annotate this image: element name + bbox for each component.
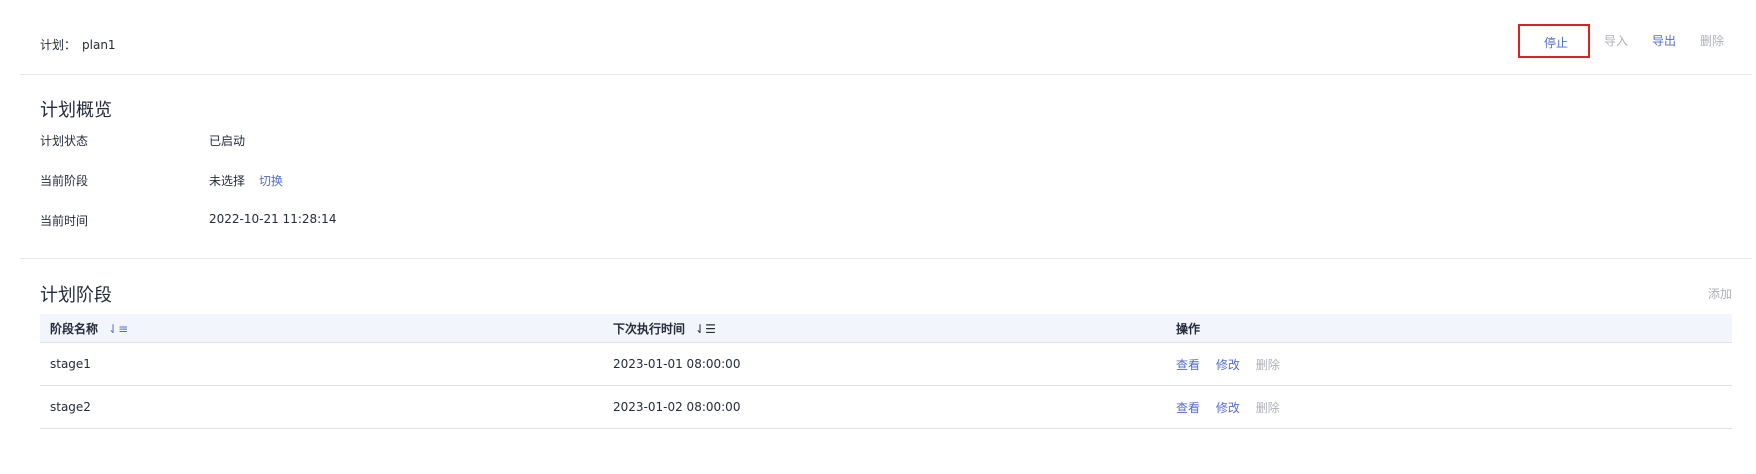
header-actions: 停止 导入 导出 删除 [1517, 24, 1736, 58]
stages-table: 阶段名称 ⇃≡ 下次执行时间 ⇃☰ 操作 stage1 2023-01-01 08:… [40, 314, 1732, 429]
column-header-next-time-label: 下次执行时间 [613, 321, 686, 336]
status-label: 计划状态 [40, 134, 89, 148]
status-value: 已启动 [209, 134, 246, 148]
plan-name: plan1 [82, 38, 116, 52]
stage-name-cell: stage2 [40, 385, 603, 429]
column-header-actions: 操作 [1166, 314, 1732, 343]
column-header-stage-name: 阶段名称 ⇃≡ [40, 314, 603, 343]
table-row: stage2 2023-01-02 08:00:00 查看 修改 删除 [40, 385, 1732, 429]
view-stage-link[interactable]: 查看 [1176, 401, 1200, 415]
add-stage-button[interactable]: 添加 [1708, 285, 1732, 302]
next-time-cell: 2023-01-02 08:00:00 [603, 385, 1166, 429]
export-button[interactable]: 导出 [1640, 24, 1688, 58]
delete-plan-button[interactable]: 删除 [1688, 24, 1736, 58]
delete-stage-link[interactable]: 删除 [1256, 401, 1280, 415]
overview-title: 计划概览 [40, 100, 112, 121]
table-row: stage1 2023-01-01 08:00:00 查看 修改 删除 [40, 342, 1732, 386]
actions-cell: 查看 修改 删除 [1166, 385, 1732, 429]
sort-asc-icon[interactable]: ⇃≡ [108, 322, 128, 336]
view-stage-link[interactable]: 查看 [1176, 358, 1200, 372]
next-time-cell: 2023-01-01 08:00:00 [603, 342, 1166, 386]
edit-stage-link[interactable]: 修改 [1216, 401, 1240, 415]
current-stage-label: 当前阶段 [40, 174, 89, 188]
actions-cell: 查看 修改 删除 [1166, 342, 1732, 386]
current-time-value: 2022-10-21 11:28:14 [209, 212, 337, 226]
table-header-row: 阶段名称 ⇃≡ 下次执行时间 ⇃☰ 操作 [40, 314, 1732, 343]
column-header-stage-name-label: 阶段名称 [50, 321, 99, 336]
overview-divider [20, 258, 1752, 259]
switch-stage-link[interactable]: 切换 [259, 174, 283, 188]
column-header-actions-label: 操作 [1176, 321, 1201, 336]
plan-header: 计划： plan1 停止 导入 导出 删除 [0, 0, 1756, 74]
delete-stage-link[interactable]: 删除 [1256, 358, 1280, 372]
current-stage-value: 未选择 [209, 174, 246, 188]
current-time-label: 当前时间 [40, 214, 89, 228]
sort-desc-icon[interactable]: ⇃☰ [695, 322, 716, 336]
plan-label-prefix: 计划： [40, 38, 77, 52]
header-divider [20, 74, 1752, 75]
stage-name-cell: stage1 [40, 342, 603, 386]
edit-stage-link[interactable]: 修改 [1216, 358, 1240, 372]
stages-title: 计划阶段 [40, 285, 112, 306]
plan-name-label: 计划： plan1 [40, 36, 116, 53]
current-stage-value-row: 未选择 切换 [209, 172, 283, 189]
column-header-next-time: 下次执行时间 ⇃☰ [603, 314, 1166, 343]
stop-button[interactable]: 停止 [1517, 24, 1590, 58]
import-button[interactable]: 导入 [1592, 24, 1640, 58]
